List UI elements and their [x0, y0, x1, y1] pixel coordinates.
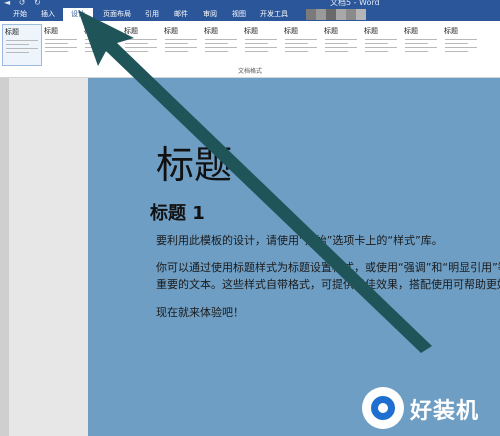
watermark-text: 好装机 [410, 399, 480, 424]
watermark: 好装机 [358, 383, 500, 433]
watermark-logo-icon [362, 387, 404, 429]
annotation-arrow [78, 10, 432, 353]
arrow-shape [78, 10, 432, 353]
